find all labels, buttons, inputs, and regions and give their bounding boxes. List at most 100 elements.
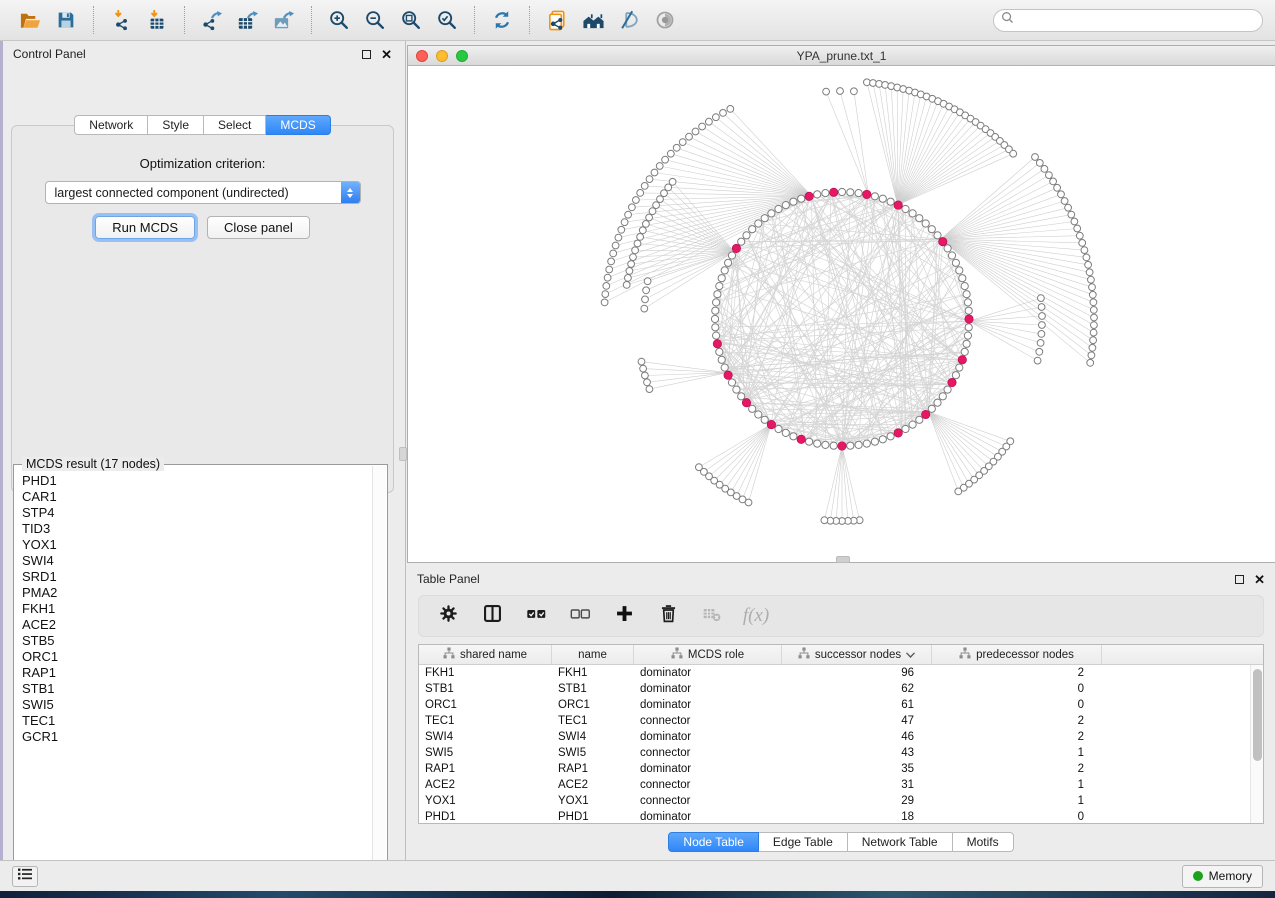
table-scrollbar-thumb[interactable]	[1253, 669, 1262, 761]
table-close-panel-icon[interactable]: ✕	[1254, 575, 1265, 584]
tab-style[interactable]: Style	[148, 115, 204, 135]
table-cell: FKH1	[552, 667, 634, 679]
export-network-button[interactable]	[194, 4, 230, 36]
column-label: name	[578, 649, 607, 661]
table-row[interactable]: STB1STB1dominator620	[419, 681, 1250, 697]
memory-label: Memory	[1209, 869, 1252, 883]
table-scrollbar[interactable]	[1250, 665, 1263, 823]
refresh-layout-button[interactable]	[484, 4, 520, 36]
mcds-result-item[interactable]: YOX1	[22, 537, 371, 553]
zoom-fit-button[interactable]	[393, 4, 429, 36]
column-header-predecessor-nodes[interactable]: predecessor nodes	[932, 645, 1102, 664]
zoom-out-button[interactable]	[357, 4, 393, 36]
table-row[interactable]: ORC1ORC1dominator610	[419, 697, 1250, 713]
add-column-button[interactable]	[609, 601, 639, 631]
tab-motifs[interactable]: Motifs	[953, 832, 1014, 852]
mcds-result-item[interactable]: RAP1	[22, 665, 371, 681]
mcds-result-item[interactable]: GCR1	[22, 729, 371, 745]
search-box[interactable]	[993, 9, 1263, 32]
table-row[interactable]: YOX1YOX1connector291	[419, 793, 1250, 809]
delete-column-button[interactable]	[653, 601, 683, 631]
vertical-splitter[interactable]	[402, 41, 406, 861]
export-table-button[interactable]	[230, 4, 266, 36]
run-mcds-button[interactable]: Run MCDS	[95, 216, 195, 239]
column-layout-button[interactable]	[477, 601, 507, 631]
mcds-result-item[interactable]: SWI5	[22, 697, 371, 713]
column-header-name[interactable]: name	[552, 645, 634, 664]
mcds-result-item[interactable]: FKH1	[22, 601, 371, 617]
table-row[interactable]: PHD1PHD1dominator180	[419, 809, 1250, 823]
mcds-result-item[interactable]: STB5	[22, 633, 371, 649]
open-file-button[interactable]	[12, 4, 48, 36]
table-cell: 0	[932, 811, 1102, 823]
show-graphics-details-button[interactable]	[647, 4, 683, 36]
export-image-button[interactable]	[266, 4, 302, 36]
mcds-result-item[interactable]: ORC1	[22, 649, 371, 665]
network-view-titlebar[interactable]: YPA_prune.txt_1	[408, 46, 1275, 66]
memory-button[interactable]: Memory	[1182, 865, 1263, 888]
table-row[interactable]: ACE2ACE2connector311	[419, 777, 1250, 793]
network-canvas[interactable]	[408, 66, 1275, 562]
mcds-result-title: MCDS result (17 nodes)	[22, 457, 164, 471]
tab-network-table[interactable]: Network Table	[848, 832, 953, 852]
column-settings-button[interactable]	[433, 601, 463, 631]
import-table-button[interactable]	[139, 4, 175, 36]
float-window-icon[interactable]	[362, 50, 371, 59]
table-cell: STB1	[419, 683, 552, 695]
tab-node-table[interactable]: Node Table	[668, 832, 759, 852]
table-row[interactable]: TEC1TEC1connector472	[419, 713, 1250, 729]
mcds-result-item[interactable]: PMA2	[22, 585, 371, 601]
deselect-all-rows-button[interactable]	[565, 601, 595, 631]
table-cell: 2	[932, 715, 1102, 727]
control-panel-titlebar: Control Panel ✕	[3, 41, 402, 67]
close-panel-icon[interactable]: ✕	[381, 50, 392, 59]
table-panel-tabs: Node TableEdge TableNetwork TableMotifs	[407, 832, 1275, 852]
import-network-button[interactable]	[103, 4, 139, 36]
tab-mcds[interactable]: MCDS	[266, 115, 330, 135]
table-cell: 0	[932, 699, 1102, 711]
column-layout-icon	[482, 603, 503, 629]
mcds-result-item[interactable]: STB1	[22, 681, 371, 697]
mcds-result-item[interactable]: PHD1	[22, 473, 371, 489]
table-cell: connector	[634, 779, 782, 791]
table-row[interactable]: RAP1RAP1dominator352	[419, 761, 1250, 777]
mcds-result-item[interactable]: STP4	[22, 505, 371, 521]
mcds-result-item[interactable]: TID3	[22, 521, 371, 537]
table-cell: ORC1	[552, 699, 634, 711]
mcds-result-item[interactable]: SRD1	[22, 569, 371, 585]
save-session-button[interactable]	[48, 4, 84, 36]
column-header-MCDS-role[interactable]: MCDS role	[634, 645, 782, 664]
mcds-result-item[interactable]: TEC1	[22, 713, 371, 729]
table-row[interactable]: SWI5SWI5connector431	[419, 745, 1250, 761]
horizontal-splitter-grip[interactable]	[836, 556, 850, 563]
column-header-successor-nodes[interactable]: successor nodes	[782, 645, 932, 664]
mcds-result-item[interactable]: SWI4	[22, 553, 371, 569]
mcds-result-item[interactable]: CAR1	[22, 489, 371, 505]
table-row[interactable]: SWI4SWI4dominator462	[419, 729, 1250, 745]
tab-select[interactable]: Select	[204, 115, 266, 135]
network-graph[interactable]	[408, 66, 1275, 562]
mcds-list-scrollbar[interactable]	[372, 466, 386, 862]
close-panel-button[interactable]: Close panel	[207, 216, 310, 239]
dropdown-stepper-icon	[341, 182, 360, 203]
zoom-selected-button[interactable]	[429, 4, 465, 36]
table-cell: 0	[932, 683, 1102, 695]
column-header-shared-name[interactable]: shared name	[419, 645, 552, 664]
zoom-in-button[interactable]	[321, 4, 357, 36]
share-document-button[interactable]	[539, 4, 575, 36]
hide-details-button[interactable]	[611, 4, 647, 36]
table-row[interactable]: FKH1FKH1dominator962	[419, 665, 1250, 681]
vertical-splitter-grip[interactable]	[399, 447, 407, 461]
show-graphics-details-icon	[654, 9, 676, 31]
select-all-rows-button[interactable]	[521, 601, 551, 631]
network-overview-button[interactable]	[575, 4, 611, 36]
task-history-button[interactable]	[12, 866, 38, 887]
table-cell: RAP1	[419, 763, 552, 775]
table-float-window-icon[interactable]	[1235, 575, 1244, 584]
mcds-result-item[interactable]: ACE2	[22, 617, 371, 633]
mcds-result-list: PHD1CAR1STP4TID3YOX1SWI4SRD1PMA2FKH1ACE2…	[22, 473, 371, 859]
search-input[interactable]	[1019, 12, 1255, 28]
tab-edge-table[interactable]: Edge Table	[759, 832, 848, 852]
tab-network[interactable]: Network	[74, 115, 148, 135]
criterion-dropdown[interactable]: largest connected component (undirected)	[45, 181, 361, 204]
